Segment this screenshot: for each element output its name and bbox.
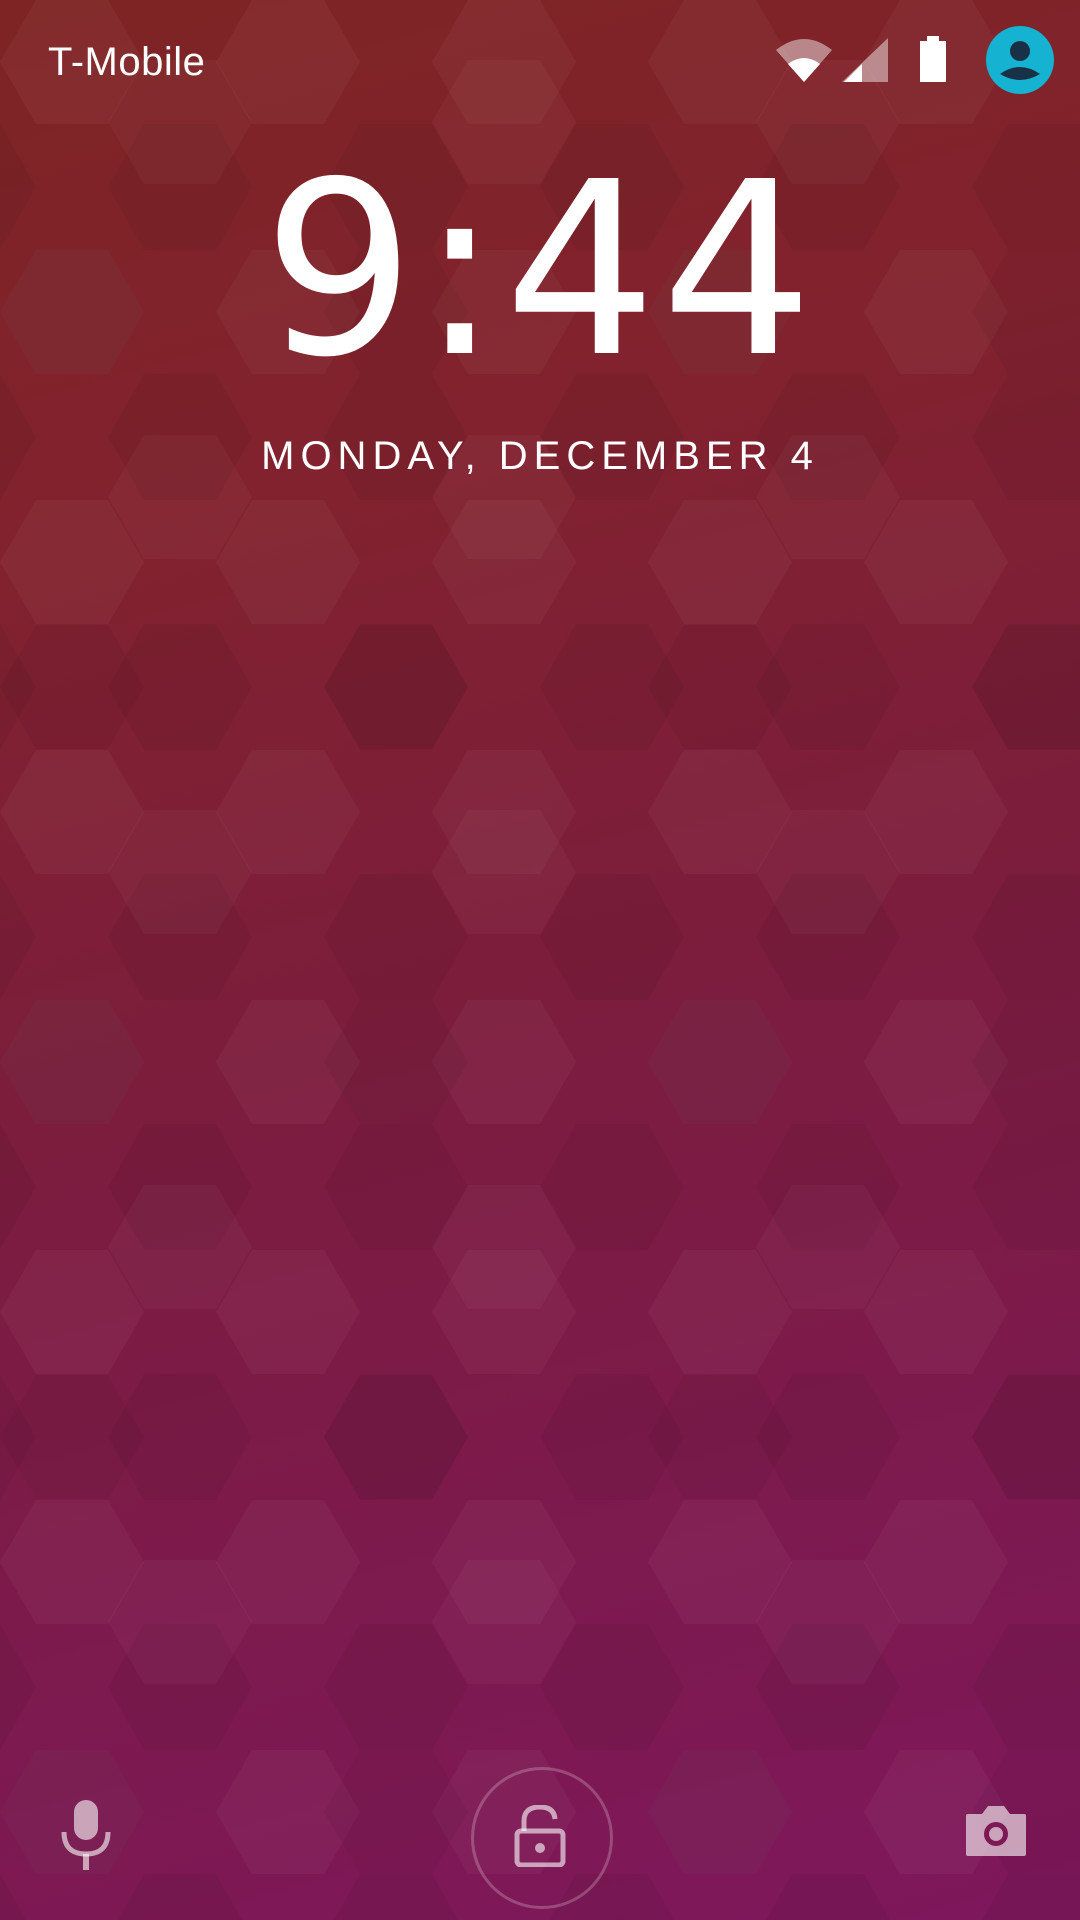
camera-icon[interactable] — [964, 1802, 1028, 1858]
cellular-signal-icon — [842, 38, 888, 82]
status-bar: T-Mobile — [0, 0, 1080, 120]
unlock-icon[interactable] — [514, 1805, 566, 1867]
lockscreen-clock: 9:44 — [262, 130, 818, 410]
microphone-icon[interactable] — [58, 1800, 114, 1870]
wifi-icon — [776, 39, 832, 82]
lockscreen-date: MONDAY, DECEMBER 4 — [261, 434, 819, 478]
battery-icon — [920, 36, 946, 82]
carrier-name: T-Mobile — [48, 40, 206, 84]
user-avatar-icon[interactable] — [986, 26, 1054, 94]
